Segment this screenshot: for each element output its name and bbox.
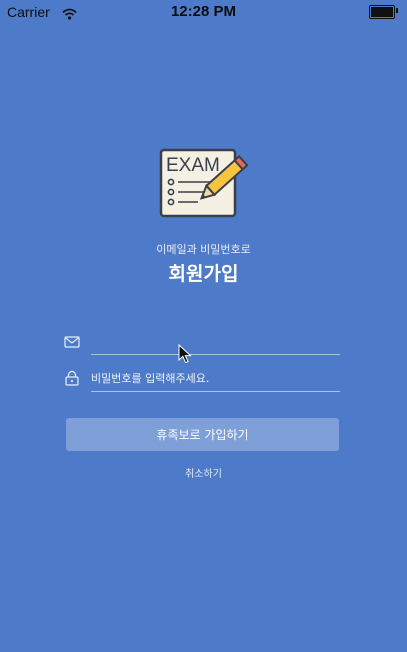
cancel-link[interactable]: 취소하기 xyxy=(0,465,407,480)
status-time: 12:28 PM xyxy=(170,3,237,20)
battery-cap xyxy=(396,8,398,13)
mouse-pointer-icon xyxy=(178,343,192,368)
mail-icon xyxy=(64,333,80,352)
password-underline xyxy=(91,391,340,392)
battery-icon xyxy=(369,5,395,19)
exam-checklist-pencil-icon: EXAM xyxy=(159,148,249,218)
status-bar: Carrier 12:28 PM xyxy=(0,0,407,24)
password-input[interactable] xyxy=(91,366,336,390)
logo-text: EXAM xyxy=(166,155,220,176)
header-subtitle: 이메일과 비밀번호로 xyxy=(156,243,251,256)
page-title: 회원가입 xyxy=(168,263,239,285)
email-field xyxy=(64,329,340,355)
exam-logo: EXAM xyxy=(158,147,249,219)
email-input[interactable] xyxy=(91,329,336,353)
signup-button[interactable]: 휴족보로 가입하기 xyxy=(66,418,339,451)
password-field xyxy=(64,366,340,392)
lock-icon xyxy=(64,370,80,390)
email-underline xyxy=(91,354,340,355)
